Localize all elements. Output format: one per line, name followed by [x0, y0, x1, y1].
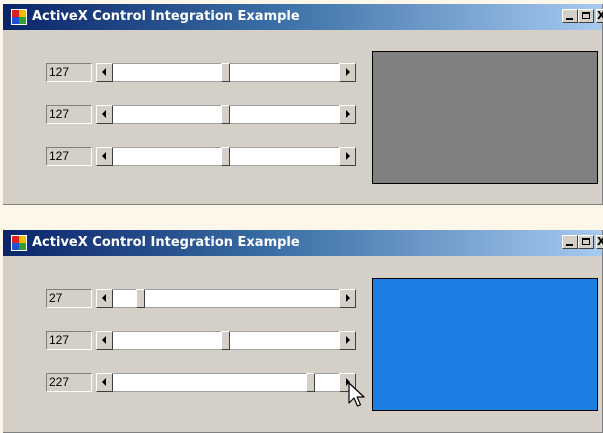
color-preview-panel [372, 278, 598, 411]
scroll-thumb[interactable] [306, 373, 316, 392]
value-field-3: 127 [46, 147, 92, 166]
scrollbar-2[interactable] [96, 331, 356, 350]
window-title: ActiveX Control Integration Example [32, 9, 300, 24]
scroll-right-button[interactable] [339, 63, 356, 82]
scroll-track[interactable] [113, 373, 339, 392]
scroll-thumb[interactable] [221, 147, 231, 166]
value-field-3: 227 [46, 373, 92, 392]
window-top: ActiveX Control Integration Example X 12… [3, 4, 603, 205]
maximize-icon [582, 238, 590, 245]
value-field-1: 127 [46, 63, 92, 82]
title-bar[interactable]: ActiveX Control Integration Example X [3, 4, 603, 30]
window-title: ActiveX Control Integration Example [32, 235, 300, 250]
scrollbar-1[interactable] [96, 289, 356, 308]
value-field-1: 27 [46, 289, 92, 308]
scroll-right-button[interactable] [339, 105, 356, 124]
title-bar[interactable]: ActiveX Control Integration Example X [3, 230, 603, 256]
scrollbar-3[interactable] [96, 147, 356, 166]
scrollbar-1[interactable] [96, 63, 356, 82]
maximize-button[interactable] [578, 9, 594, 23]
close-icon: X [597, 10, 603, 22]
minimize-button[interactable] [562, 9, 578, 23]
app-window-icon [11, 235, 27, 251]
close-icon: X [597, 236, 603, 248]
scroll-right-button[interactable] [339, 289, 356, 308]
scroll-left-button[interactable] [96, 147, 113, 166]
minimize-icon [566, 244, 573, 246]
scroll-thumb[interactable] [221, 63, 231, 82]
close-button[interactable]: X [596, 235, 603, 249]
scroll-right-button[interactable] [339, 331, 356, 350]
close-button[interactable]: X [596, 9, 603, 23]
scroll-left-button[interactable] [96, 289, 113, 308]
minimize-icon [566, 18, 573, 20]
scroll-left-button[interactable] [96, 373, 113, 392]
scroll-left-button[interactable] [96, 63, 113, 82]
scroll-left-button[interactable] [96, 105, 113, 124]
scroll-left-button[interactable] [96, 331, 113, 350]
value-field-2: 127 [46, 105, 92, 124]
minimize-button[interactable] [562, 235, 578, 249]
window-bottom: ActiveX Control Integration Example X 27… [3, 230, 603, 433]
app-window-icon [11, 9, 27, 25]
scrollbar-3[interactable] [96, 373, 356, 392]
value-field-2: 127 [46, 331, 92, 350]
maximize-button[interactable] [578, 235, 594, 249]
maximize-icon [582, 12, 590, 19]
scroll-thumb[interactable] [221, 331, 231, 350]
scroll-track[interactable] [113, 289, 339, 308]
color-preview-panel [372, 51, 598, 184]
mouse-pointer-icon [348, 382, 365, 407]
scroll-right-button[interactable] [339, 147, 356, 166]
scroll-thumb[interactable] [135, 289, 145, 308]
scroll-thumb[interactable] [221, 105, 231, 124]
scrollbar-2[interactable] [96, 105, 356, 124]
